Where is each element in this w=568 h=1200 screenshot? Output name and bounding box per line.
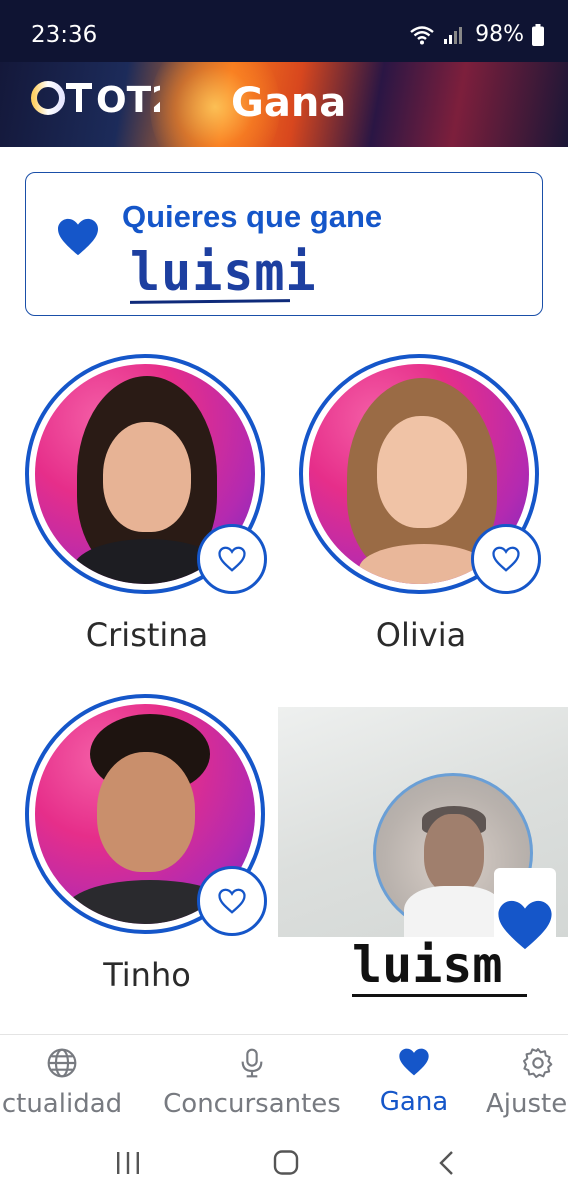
app-header: OT25 Gana [0, 62, 568, 147]
nav-label: Gana [379, 1087, 449, 1117]
heart-outline-icon [492, 546, 520, 572]
nav-item-gana[interactable]: Gana [374, 1047, 454, 1117]
heart-outline-icon [218, 888, 246, 914]
overlay-phone-fragment [494, 868, 556, 996]
nav-label: Ajuste [486, 1089, 568, 1119]
contestant-name: Olivia [375, 616, 467, 654]
contestant-name: Tinho [103, 956, 191, 994]
wifi-icon [410, 25, 434, 44]
status-bar: 23:36 98% [0, 0, 568, 62]
back-icon[interactable] [434, 1150, 462, 1176]
overlay-handwritten-name: luism [352, 936, 503, 994]
globe-icon [47, 1048, 77, 1078]
nav-item-concursantes[interactable]: Concursantes [160, 1047, 344, 1119]
nav-label: Concursantes [163, 1089, 341, 1119]
nav-label: ctualidad [1, 1089, 123, 1119]
winner-name: luismi [130, 241, 317, 303]
heart-icon [498, 900, 552, 950]
signal-icon [444, 26, 463, 44]
system-nav-bar [0, 1134, 568, 1200]
bottom-nav: ctualidad Concursantes Gana Ajuste [0, 1034, 568, 1134]
contestant-name: Cristina [85, 616, 209, 654]
winner-card-title: Quieres que gane [122, 199, 383, 234]
status-icons: 98% [409, 22, 544, 47]
logo-text: OT25 [96, 80, 160, 118]
status-time: 23:36 [31, 22, 98, 48]
ot25-logo: OT25 [31, 80, 160, 118]
favorite-button[interactable] [197, 524, 267, 594]
battery-percentage: 98% [475, 22, 524, 47]
favorite-button[interactable] [197, 866, 267, 936]
recent-apps-icon[interactable] [114, 1150, 142, 1176]
heart-icon [399, 1048, 429, 1076]
nav-item-actualidad[interactable]: ctualidad [0, 1047, 130, 1119]
microphone-icon [241, 1048, 263, 1078]
page-title: Gana [231, 80, 347, 126]
overlay-name-underline [352, 994, 527, 997]
battery-icon [532, 23, 544, 46]
gear-icon [523, 1048, 553, 1078]
nav-item-ajustes[interactable]: Ajuste [486, 1047, 568, 1119]
winner-name-underline [129, 299, 291, 304]
heart-icon [58, 218, 98, 256]
heart-outline-icon [218, 546, 246, 572]
home-icon[interactable] [272, 1150, 300, 1176]
winner-choice-card[interactable]: Quieres que gane luismi [25, 172, 543, 316]
favorite-button[interactable] [471, 524, 541, 594]
